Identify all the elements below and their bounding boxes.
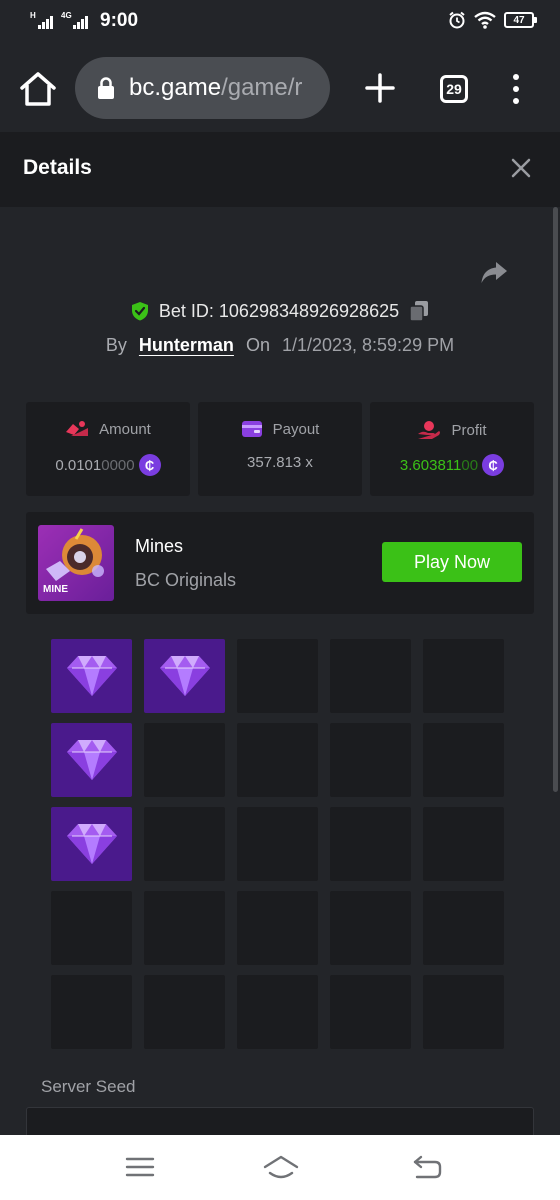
- lock-icon: [98, 77, 114, 99]
- details-header: Details: [0, 132, 560, 207]
- verified-shield-icon: [131, 302, 148, 321]
- coin-icon: ₵: [138, 454, 161, 476]
- gem-tile: [51, 807, 132, 881]
- tabs-counter-button[interactable]: 29: [440, 75, 468, 103]
- hidden-tile: [144, 807, 225, 881]
- diamond-icon: [66, 656, 117, 696]
- mines-game-thumbnail[interactable]: MINE: [38, 525, 114, 601]
- url-text: bc.game/game/r: [129, 74, 302, 102]
- hidden-tile: [237, 975, 318, 1049]
- browser-toolbar: bc.game/game/r 29: [0, 44, 560, 132]
- payout-value: 357.813 x: [247, 454, 313, 471]
- amount-label: Amount: [99, 420, 151, 438]
- coin-icon: ₵: [482, 454, 505, 476]
- hidden-tile: [330, 639, 411, 713]
- diamond-icon: [159, 656, 210, 696]
- game-card: MINE Mines BC Originals Play Now: [26, 512, 534, 614]
- amount-box: Amount 0.01010000 ₵: [26, 402, 190, 496]
- profit-box: Profit 3.60381100 ₵: [370, 402, 534, 496]
- server-seed-label: Server Seed: [41, 1077, 136, 1096]
- share-icon[interactable]: [480, 260, 508, 286]
- hidden-tile: [51, 891, 132, 965]
- gem-tile: [51, 723, 132, 797]
- bet-meta-row: By Hunterman On 1/1/2023, 8:59:29 PM: [0, 331, 560, 359]
- status-time: 9:00: [100, 10, 139, 31]
- amount-value: 0.01010000: [55, 456, 135, 474]
- details-content: Bet ID: 106298348926928625 By Hunterman …: [0, 207, 560, 1135]
- system-nav-bar: [0, 1135, 560, 1200]
- game-provider: BC Originals: [135, 570, 237, 590]
- payout-label: Payout: [272, 420, 320, 438]
- gem-tile: [51, 639, 132, 713]
- hidden-tile: [423, 807, 504, 881]
- username-link[interactable]: Hunterman: [139, 335, 234, 356]
- hidden-tile: [237, 807, 318, 881]
- more-vert-icon[interactable]: [506, 72, 526, 106]
- hidden-tile: [423, 639, 504, 713]
- battery-level: 47: [513, 14, 525, 26]
- tab-count: 29: [446, 81, 462, 97]
- hidden-tile: [423, 723, 504, 797]
- scrollbar[interactable]: [553, 207, 558, 792]
- battery-icon: 47: [504, 12, 537, 28]
- copy-icon[interactable]: [409, 300, 429, 322]
- profit-value: 3.60381100: [399, 456, 479, 474]
- home-icon[interactable]: [18, 70, 58, 108]
- back-icon[interactable]: [411, 1153, 443, 1181]
- on-label: On: [245, 334, 270, 355]
- game-name: Mines: [135, 536, 184, 556]
- profit-label: Profit: [451, 421, 487, 439]
- hidden-tile: [51, 975, 132, 1049]
- play-now-button[interactable]: Play Now: [382, 542, 522, 582]
- bet-id: Bet ID: 106298348926928625: [158, 300, 400, 321]
- url-domain: bc.game: [129, 74, 222, 101]
- wifi-icon: [474, 11, 496, 29]
- hidden-tile: [330, 807, 411, 881]
- hidden-tile: [237, 639, 318, 713]
- hidden-tile: [330, 891, 411, 965]
- wallet-icon: [241, 421, 262, 437]
- mines-grid: [51, 639, 505, 1049]
- home-nav-icon[interactable]: [262, 1153, 300, 1181]
- gem-tile: [144, 639, 225, 713]
- server-seed-box: [26, 1107, 534, 1135]
- diamond-icon: [66, 740, 117, 780]
- diamond-icon: [66, 824, 117, 864]
- hidden-tile: [237, 891, 318, 965]
- alarm-icon: [449, 11, 465, 29]
- new-tab-plus-icon[interactable]: [363, 70, 397, 106]
- hidden-tile: [330, 723, 411, 797]
- close-icon[interactable]: [510, 156, 532, 180]
- hidden-tile: [423, 891, 504, 965]
- bet-date: 1/1/2023, 8:59:29 PM: [281, 334, 455, 355]
- signal-4g-icon: 4G: [61, 11, 88, 29]
- status-bar: H 4G 9:00 47: [0, 0, 560, 44]
- hidden-tile: [144, 975, 225, 1049]
- signal-4g-label: 4G: [61, 11, 72, 20]
- hidden-tile: [144, 723, 225, 797]
- payout-box: Payout 357.813 x: [198, 402, 362, 496]
- profit-icon: [418, 421, 441, 439]
- hidden-tile: [330, 975, 411, 1049]
- bet-id-row: Bet ID: 106298348926928625: [0, 297, 560, 325]
- signal-type-label: H: [30, 11, 36, 20]
- signal-icon: H: [30, 11, 53, 29]
- menu-icon[interactable]: [124, 1153, 156, 1181]
- hidden-tile: [144, 891, 225, 965]
- thumb-label: MINE: [43, 584, 68, 595]
- address-bar[interactable]: bc.game/game/r: [75, 57, 330, 119]
- hidden-tile: [423, 975, 504, 1049]
- details-title: Details: [23, 156, 92, 179]
- amount-icon: [66, 421, 89, 436]
- url-path: /game/r: [221, 74, 303, 101]
- by-label: By: [105, 334, 127, 355]
- hidden-tile: [237, 723, 318, 797]
